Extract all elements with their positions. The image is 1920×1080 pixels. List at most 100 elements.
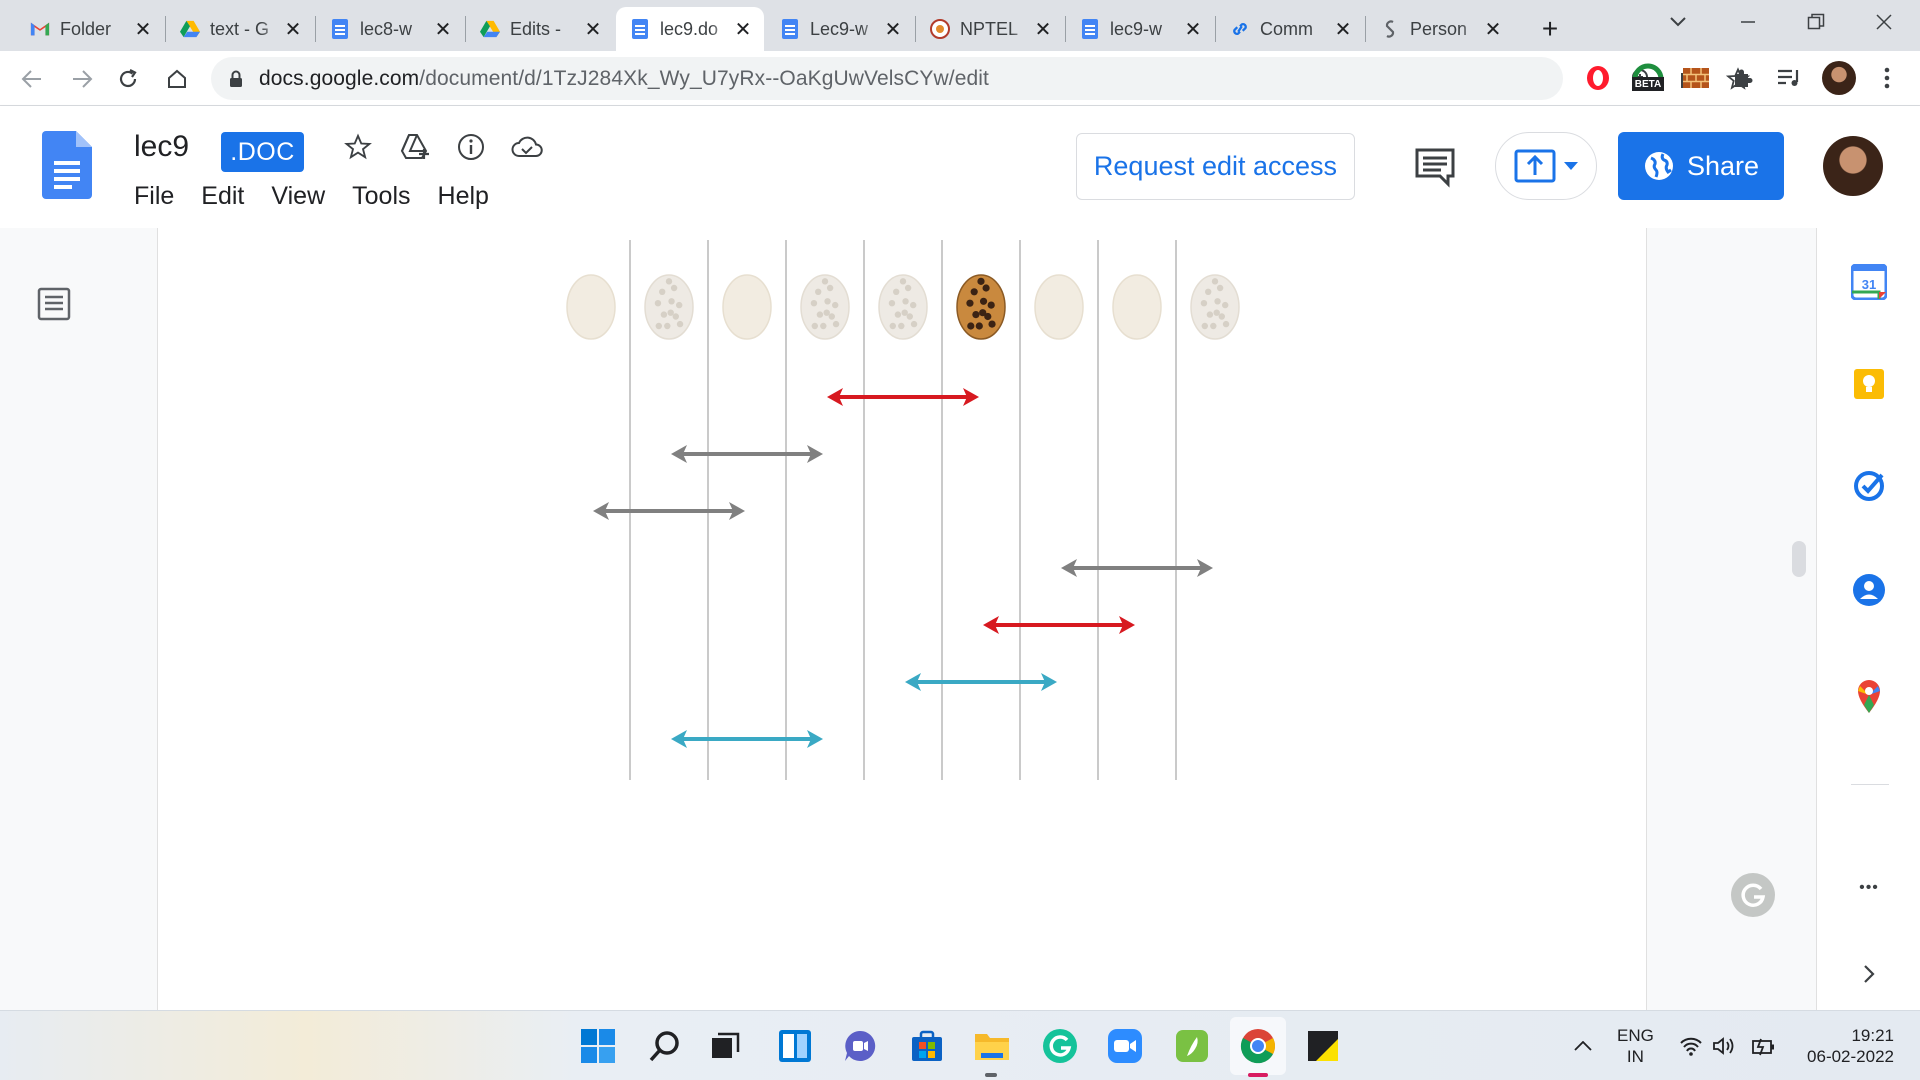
minimize-button[interactable]	[1718, 0, 1778, 44]
interval-arrow	[827, 388, 979, 406]
document-page	[157, 228, 1647, 1010]
menu-edit[interactable]: Edit	[201, 182, 244, 211]
tab-close-icon[interactable]: ✕	[1482, 18, 1504, 41]
extensions-button[interactable]	[1728, 63, 1758, 93]
grammarly-taskbar-button[interactable]	[1040, 1026, 1080, 1066]
tab-close-icon[interactable]: ✕	[282, 18, 304, 41]
browser-tab[interactable]: Folder ✕	[16, 7, 164, 51]
chrome-taskbar-button[interactable]	[1238, 1026, 1278, 1066]
tab-search-button[interactable]	[1648, 0, 1708, 44]
chrome-menu-button[interactable]	[1872, 63, 1902, 93]
request-edit-access-button[interactable]: Request edit access	[1076, 133, 1355, 200]
interval-arrow	[983, 616, 1135, 634]
windows-taskbar: ENG IN 19:21 06-02-2022	[0, 1010, 1920, 1080]
new-tab-button[interactable]: +	[1530, 7, 1570, 51]
opera-extension-button[interactable]	[1583, 63, 1613, 93]
document-details-button[interactable]	[455, 130, 487, 164]
google-contacts-button[interactable]	[1849, 570, 1889, 610]
browser-tab[interactable]: Person ✕	[1366, 7, 1514, 51]
cookie-chip	[654, 300, 662, 307]
back-button[interactable]	[12, 59, 52, 99]
beta-extension-button[interactable]: BETA	[1631, 63, 1665, 93]
cookie	[566, 274, 616, 340]
move-button[interactable]	[399, 130, 431, 164]
restore-button[interactable]	[1786, 0, 1846, 44]
browser-tab[interactable]: lec8-w ✕	[316, 7, 464, 51]
reload-button[interactable]	[108, 59, 148, 99]
present-button[interactable]	[1495, 132, 1597, 200]
menu-view[interactable]: View	[271, 182, 325, 211]
microsoft-store-button[interactable]	[907, 1026, 947, 1066]
tab-close-icon[interactable]: ✕	[582, 18, 604, 41]
expand-side-panel-button[interactable]	[1849, 954, 1889, 994]
google-maps-button[interactable]	[1849, 676, 1889, 716]
browser-tab[interactable]: NPTEL ✕	[916, 7, 1064, 51]
task-view-button[interactable]	[706, 1026, 746, 1066]
teams-chat-button[interactable]	[840, 1026, 880, 1066]
menu-help[interactable]: Help	[438, 182, 489, 211]
media-control-button[interactable]	[1774, 63, 1804, 93]
file-explorer-running-indicator	[985, 1073, 997, 1077]
browser-tab[interactable]: lec9-w ✕	[1066, 7, 1214, 51]
tab-close-icon[interactable]: ✕	[882, 18, 904, 41]
browser-tab[interactable]: text - G ✕	[166, 7, 314, 51]
profile-avatar-button[interactable]	[1822, 61, 1856, 95]
show-hidden-icons-button[interactable]	[1570, 1034, 1596, 1058]
file-explorer-button[interactable]	[972, 1026, 1012, 1066]
menu-file[interactable]: File	[134, 182, 174, 211]
grammarly-button[interactable]	[1731, 873, 1775, 917]
sticky-notes-taskbar-button[interactable]	[1303, 1026, 1343, 1066]
evernote-taskbar-button[interactable]	[1172, 1026, 1212, 1066]
reload-icon	[119, 69, 137, 88]
cookie-chip	[660, 311, 668, 318]
close-window-button[interactable]	[1854, 0, 1914, 44]
tab-close-icon[interactable]: ✕	[1182, 18, 1204, 41]
tab-close-icon[interactable]: ✕	[732, 18, 754, 41]
cookie-chip	[988, 320, 996, 328]
present-to-all-icon	[1514, 149, 1556, 183]
chrome-icon	[1240, 1029, 1275, 1064]
star-button[interactable]	[342, 130, 374, 164]
more-addons-button[interactable]: •••	[1849, 868, 1889, 908]
taskbar-search-button[interactable]	[645, 1026, 685, 1066]
tab-close-icon[interactable]: ✕	[432, 18, 454, 41]
browser-tab[interactable]: lec9.do ✕	[616, 7, 764, 51]
wifi-status[interactable]	[1678, 1034, 1704, 1058]
address-bar[interactable]: docs.google.com/document/d/1TzJ284Xk_Wy_…	[211, 57, 1750, 100]
home-button[interactable]	[157, 59, 197, 99]
battery-status[interactable]	[1750, 1034, 1776, 1058]
zoom-icon	[1108, 1029, 1142, 1063]
google-calendar-button[interactable]: 31	[1849, 262, 1889, 302]
zoom-taskbar-button[interactable]	[1105, 1026, 1145, 1066]
save-status-button[interactable]	[511, 130, 543, 164]
system-clock[interactable]: 19:21 06-02-2022	[1790, 1025, 1894, 1067]
tab-close-icon[interactable]: ✕	[1332, 18, 1354, 41]
person-link-icon	[1380, 19, 1400, 39]
tab-close-icon[interactable]: ✕	[132, 18, 154, 41]
brick-extension-button[interactable]	[1681, 63, 1711, 93]
globe-icon	[1644, 152, 1673, 180]
cookie-chip	[672, 313, 679, 320]
google-tasks-button[interactable]	[1849, 466, 1889, 506]
browser-tab[interactable]: Lec9-w ✕	[766, 7, 914, 51]
share-button[interactable]: Share	[1618, 132, 1784, 200]
widgets-button[interactable]	[775, 1026, 815, 1066]
menu-tools[interactable]: Tools	[352, 182, 410, 211]
browser-tab[interactable]: Edits - ✕	[466, 7, 614, 51]
cookie-chip	[1213, 309, 1220, 316]
forward-button[interactable]	[62, 59, 102, 99]
volume-status[interactable]	[1711, 1034, 1737, 1058]
comments-history-button[interactable]	[1414, 146, 1456, 188]
scrollbar-thumb[interactable]	[1792, 541, 1806, 577]
document-title[interactable]: lec9	[134, 130, 189, 164]
widgets-icon	[779, 1030, 811, 1062]
google-keep-button[interactable]	[1849, 364, 1889, 404]
document-outline-button[interactable]	[37, 287, 71, 321]
windows-start-button[interactable]	[578, 1026, 618, 1066]
tab-close-icon[interactable]: ✕	[1032, 18, 1054, 41]
input-language-indicator[interactable]: ENG IN	[1617, 1025, 1654, 1067]
browser-tab[interactable]: Comm ✕	[1216, 7, 1364, 51]
google-docs-logo-icon[interactable]	[42, 131, 92, 199]
account-avatar[interactable]	[1823, 136, 1883, 196]
comment-icon	[1415, 148, 1455, 188]
